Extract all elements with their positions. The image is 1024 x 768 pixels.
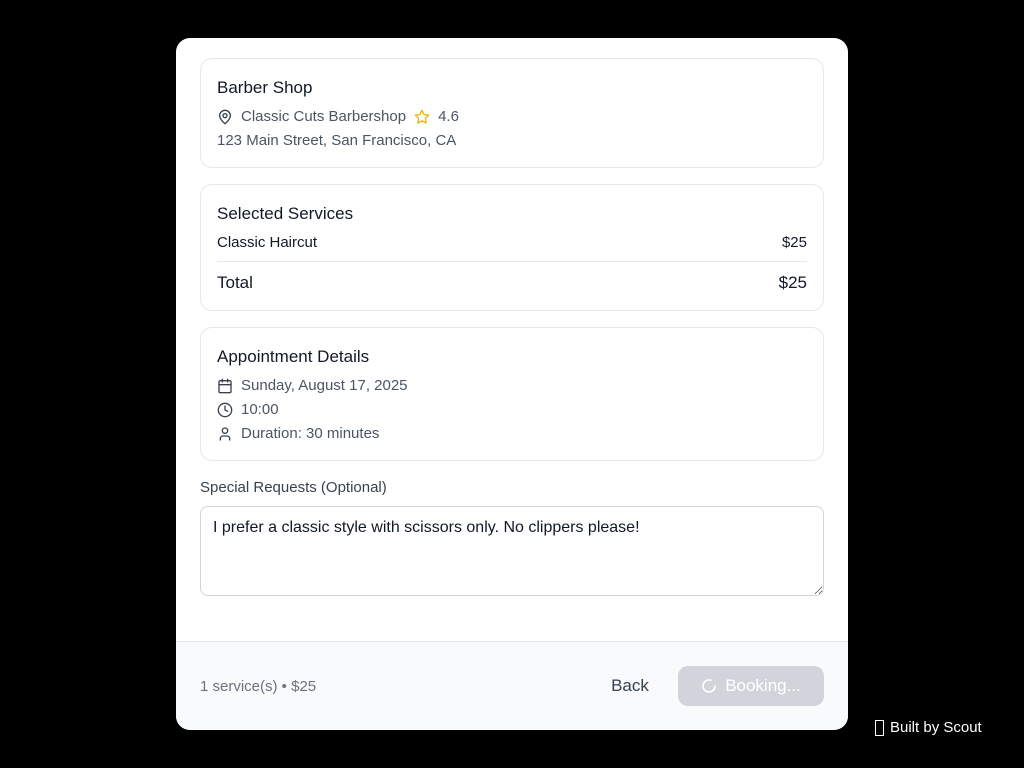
shop-address: 123 Main Street, San Francisco, CA xyxy=(217,132,457,149)
appointment-time-row: 10:00 xyxy=(217,401,279,418)
appointment-duration: Duration: 30 minutes xyxy=(241,425,380,442)
calendar-icon xyxy=(217,378,233,394)
shop-rating: 4.6 xyxy=(438,108,459,125)
total-value: $25 xyxy=(778,273,807,292)
appointment-card-title: Appointment Details xyxy=(217,347,370,366)
service-row: Classic Haircut $25 xyxy=(217,234,807,251)
total-label: Total xyxy=(217,273,253,292)
user-icon xyxy=(217,426,233,442)
shop-name-row: Classic Cuts Barbershop 4.6 xyxy=(217,108,459,125)
booking-modal: Barber Shop Classic Cuts Barbershop 4.6 … xyxy=(176,38,848,730)
total-row: Total $25 xyxy=(217,273,807,293)
shop-name: Classic Cuts Barbershop xyxy=(241,108,407,125)
shop-card: Barber Shop Classic Cuts Barbershop 4.6 … xyxy=(200,58,824,168)
scout-logo-icon xyxy=(875,719,884,736)
service-name: Classic Haircut xyxy=(217,234,318,251)
appointment-date-row: Sunday, August 17, 2025 xyxy=(217,377,408,394)
star-icon xyxy=(414,109,430,125)
booking-button-label: Booking... xyxy=(725,676,801,695)
services-card-title: Selected Services xyxy=(217,204,354,223)
clock-icon xyxy=(217,402,233,418)
appointment-duration-row: Duration: 30 minutes xyxy=(217,425,379,442)
modal-body: Barber Shop Classic Cuts Barbershop 4.6 … xyxy=(176,38,848,641)
special-requests-textarea[interactable]: I prefer a classic style with scissors o… xyxy=(200,506,824,596)
services-divider xyxy=(217,261,807,262)
map-pin-icon xyxy=(217,109,233,125)
spinner-icon xyxy=(701,678,717,694)
built-by-badge[interactable]: Built by Scout xyxy=(875,719,982,736)
shop-card-title: Barber Shop xyxy=(217,78,313,97)
booking-summary: 1 service(s) • $25 xyxy=(200,678,317,695)
appointment-card: Appointment Details Sunday, August 17, 2… xyxy=(200,327,824,461)
special-requests-label: Special Requests (Optional) xyxy=(200,479,387,496)
appointment-date: Sunday, August 17, 2025 xyxy=(241,377,408,394)
services-card: Selected Services Classic Haircut $25 To… xyxy=(200,184,824,311)
back-button[interactable]: Back xyxy=(597,666,663,706)
appointment-time: 10:00 xyxy=(241,401,279,418)
built-by-label: Built by Scout xyxy=(890,719,982,736)
modal-footer: 1 service(s) • $25 Back Booking... xyxy=(176,641,848,730)
booking-button[interactable]: Booking... xyxy=(678,666,824,706)
service-price: $25 xyxy=(781,234,807,251)
